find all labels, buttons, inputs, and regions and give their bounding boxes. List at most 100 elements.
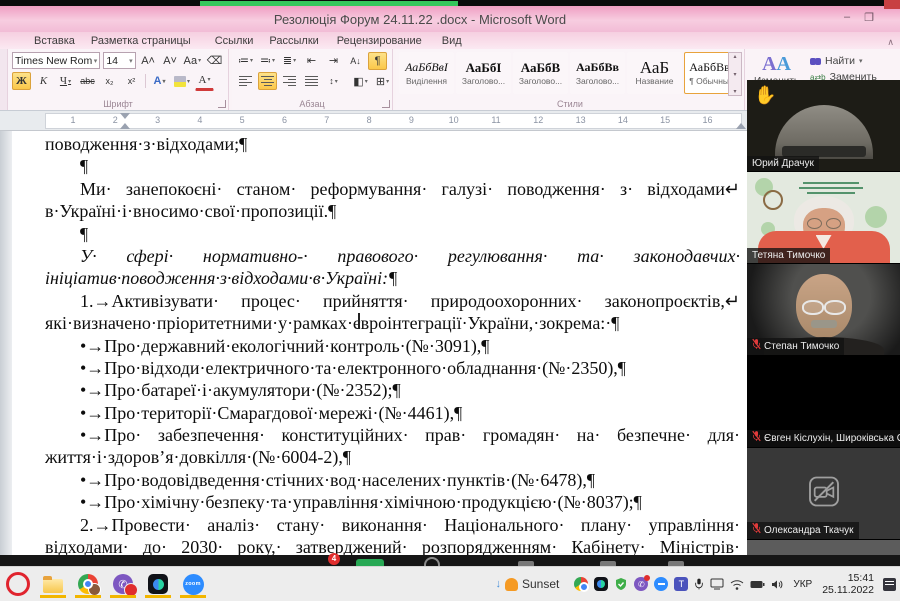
highlight-color-button[interactable]: ▾	[172, 72, 192, 90]
align-center-button[interactable]	[258, 72, 277, 90]
subscript-button[interactable]: х₂	[100, 72, 119, 90]
weather-widget[interactable]: ↓ Sunset	[496, 577, 560, 591]
teams-tray-icon[interactable]: T	[674, 577, 688, 591]
styles-gallery-scrollbar[interactable]: ▴ ▾ ▾	[728, 52, 742, 96]
document-line[interactable]: •→Про·хімічну·безпеку·та·управління·хімі…	[80, 491, 740, 513]
document-line[interactable]: •→Про· забезпечення· конституційних· пра…	[80, 424, 740, 446]
participant-tile-3[interactable]: Степан Тимочко	[747, 264, 900, 356]
taskbar-clock[interactable]: 15:41 25.11.2022	[822, 572, 874, 596]
numbered-list-button[interactable]: ≕▾	[258, 52, 277, 70]
taskbar-app-chrome[interactable]	[76, 570, 100, 598]
style-4[interactable]: АаБбВвЗаголово...	[570, 52, 625, 94]
underline-button[interactable]: Ч▾	[56, 72, 75, 90]
style-5[interactable]: АаБНазвание	[627, 52, 682, 94]
ribbon-tab-1[interactable]: Вставка	[34, 35, 75, 47]
first-line-indent-marker[interactable]	[120, 113, 130, 119]
battery-tray-icon[interactable]	[750, 580, 765, 589]
viber-tray-icon[interactable]: ✆	[634, 577, 648, 591]
zoom-status-tray-icon[interactable]	[654, 577, 668, 591]
vertical-ruler[interactable]	[0, 131, 12, 557]
document-line[interactable]: •→Про·батареї·і·акумулятори·(№·2352);¶	[80, 379, 740, 401]
volume-tray-icon[interactable]	[771, 579, 784, 590]
align-right-button[interactable]	[280, 72, 299, 90]
webex-tray-icon[interactable]	[594, 577, 608, 591]
font-size-combo[interactable]: 14▾	[103, 52, 135, 69]
clear-formatting-button[interactable]: ⌫	[205, 52, 224, 70]
superscript-button[interactable]: х²	[122, 72, 141, 90]
bullet-list-button[interactable]: ≔▾	[236, 52, 255, 70]
document-line[interactable]: У· сфері· нормативно-· правового· регулю…	[80, 245, 740, 267]
document-line[interactable]: •→Про·території·Смарагдової·мережі·(№·44…	[80, 402, 740, 424]
taskbar-app-file-explorer[interactable]	[41, 570, 65, 598]
change-case-button[interactable]: Аа▾	[183, 52, 202, 70]
document-page[interactable]: поводження·з·відходами;¶¶Ми· занепокоєні…	[12, 133, 747, 557]
strikethrough-button[interactable]: abc	[78, 72, 97, 90]
font-dialog-launcher[interactable]	[218, 100, 226, 108]
participant-tile-5[interactable]: Олександра Ткачук	[747, 448, 900, 540]
borders-button[interactable]: ⊞▾	[373, 72, 392, 90]
language-indicator[interactable]: УКР	[793, 579, 812, 590]
document-line[interactable]: життя·і·здоров’я·довкілля·(№·6004-2),¶	[45, 446, 740, 468]
document-line[interactable]: в·Україні·і·вносимо·свої·пропозиції.¶	[45, 200, 740, 222]
line-spacing-button[interactable]: ↕▾	[324, 72, 343, 90]
document-line[interactable]: які·визначено·пріоритетними·у·рамках·євр…	[45, 312, 740, 334]
styles-scroll-button[interactable]: ▾	[733, 71, 736, 78]
participant-tile-4[interactable]: Євген Кіслухін, Широківська ОТГ	[747, 356, 900, 448]
document-line[interactable]: ¶	[80, 155, 740, 177]
restore-button[interactable]: ❐	[860, 11, 878, 24]
document-line[interactable]: Ми· занепокоєні· станом· реформування· г…	[80, 178, 740, 200]
increase-indent-button[interactable]: ⇥	[324, 52, 343, 70]
chrome-tray-icon[interactable]	[574, 577, 588, 591]
taskbar-app-opera[interactable]	[6, 570, 30, 598]
ribbon-tab-4[interactable]: Рассылки	[269, 35, 318, 47]
ribbon-tab-2[interactable]: Разметка страницы	[91, 35, 191, 47]
document-line[interactable]: 1.→Активізувати· процес· прийняття· прир…	[80, 290, 740, 312]
font-color-button[interactable]: А▾	[195, 71, 214, 91]
grow-font-button[interactable]: А˄	[139, 52, 158, 70]
notification-center-icon[interactable]	[883, 578, 896, 591]
taskbar-app-viber[interactable]: ✆	[111, 570, 135, 598]
style-1[interactable]: АаБбВвІВиділення	[399, 52, 454, 94]
stop-share-button-sliver[interactable]	[884, 0, 900, 9]
document-line[interactable]: 2.→Провести· аналіз· стану· виконання· Н…	[80, 514, 740, 536]
shrink-font-button[interactable]: А˅	[161, 52, 180, 70]
styles-scroll-button[interactable]: ▴	[733, 53, 736, 60]
font-name-combo[interactable]: Times New Rom▾	[12, 52, 100, 69]
show-formatting-marks-button[interactable]: ¶	[368, 52, 387, 70]
taskbar-app-webex[interactable]	[146, 570, 170, 598]
ribbon-tab-5[interactable]: Рецензирование	[337, 35, 422, 47]
minimize-button[interactable]: –	[838, 11, 856, 23]
monitor-tray-icon[interactable]	[710, 578, 724, 590]
shield-check-tray-icon[interactable]	[614, 577, 628, 591]
word-titlebar[interactable]: Резолюція Форум 24.11.22 .docx - Microso…	[0, 6, 900, 32]
multilevel-list-button[interactable]: ≣▾	[280, 52, 299, 70]
align-left-button[interactable]	[236, 72, 255, 90]
text-effects-button[interactable]: А▾	[150, 72, 169, 90]
hanging-indent-marker[interactable]	[120, 123, 130, 129]
right-indent-marker[interactable]	[736, 123, 746, 129]
participant-tile-1[interactable]: ✋Юрий Драчук	[747, 80, 900, 172]
share-screen-button-top[interactable]	[356, 559, 384, 566]
decrease-indent-button[interactable]: ⇤	[302, 52, 321, 70]
italic-button[interactable]: К	[34, 72, 53, 90]
sort-button[interactable]: А↓	[346, 52, 365, 70]
style-2[interactable]: АаБбІЗаголово...	[456, 52, 511, 94]
ribbon-tab-6[interactable]: Вид	[442, 35, 462, 47]
document-line[interactable]: ініціатив·поводження·з·відходами·в·Украї…	[45, 267, 740, 289]
ribbon-collapse-chevron[interactable]: ∧	[887, 37, 894, 48]
mic-tray-icon[interactable]	[694, 577, 704, 591]
styles-scroll-button[interactable]: ▾	[733, 88, 736, 95]
ribbon-tab-3[interactable]: Ссылки	[215, 35, 254, 47]
justify-button[interactable]	[302, 72, 321, 90]
paragraph-dialog-launcher[interactable]	[382, 100, 390, 108]
document-line[interactable]: ¶	[80, 223, 740, 245]
document-line[interactable]: поводження·з·відходами;¶	[45, 133, 740, 155]
bold-button[interactable]: Ж	[12, 72, 31, 90]
taskbar-app-zoom[interactable]: zoom	[181, 570, 205, 598]
participant-tile-2[interactable]: Тетяна Тимочко	[747, 172, 900, 264]
shading-button[interactable]: ◧▾	[351, 72, 370, 90]
document-line[interactable]: •→Про·водовідведення·стічних·вод·населен…	[80, 469, 740, 491]
document-line[interactable]: •→Про·відходи·електричного·та·електронно…	[80, 357, 740, 379]
document-line[interactable]: відходами· до· 2030· року,· затверджений…	[45, 536, 740, 557]
wifi-tray-icon[interactable]	[730, 579, 744, 590]
